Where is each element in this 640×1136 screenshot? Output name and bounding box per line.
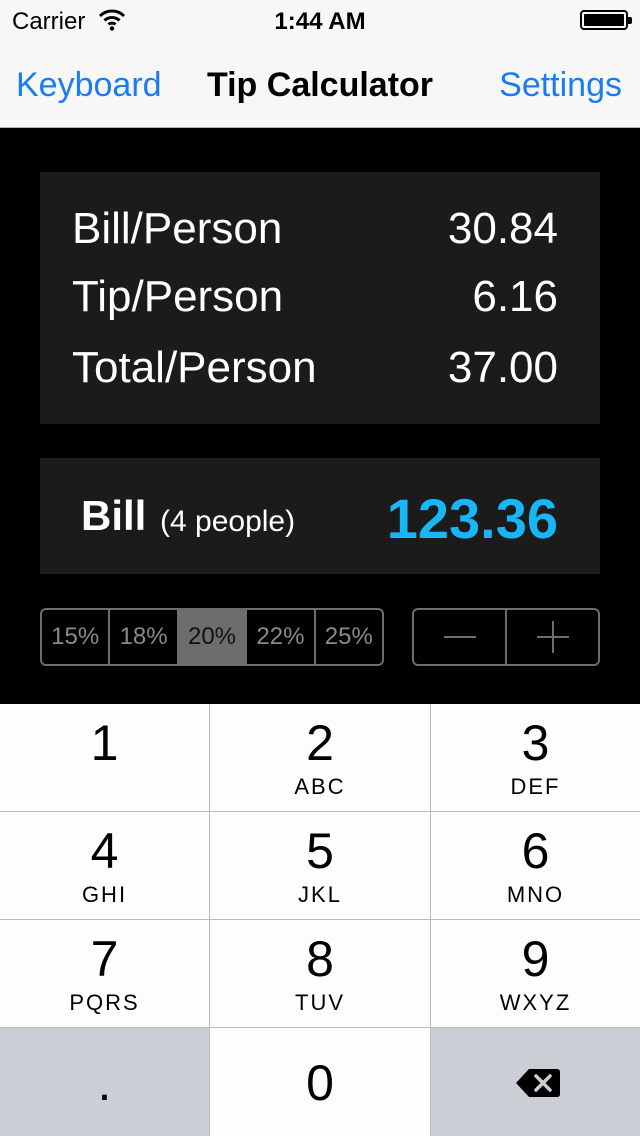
key-digit: 8 bbox=[306, 931, 334, 987]
total-per-person-label: Total/Person bbox=[72, 343, 317, 392]
key-letters: GHI bbox=[81, 882, 128, 907]
key-2[interactable]: 2 ABC bbox=[210, 704, 430, 811]
total-per-person-value: 37.00 bbox=[447, 343, 558, 392]
tip-per-person-value: 6.16 bbox=[472, 272, 558, 321]
key-digit: . bbox=[97, 1055, 112, 1111]
key-digit: 0 bbox=[306, 1055, 334, 1111]
key-digit: 6 bbox=[521, 823, 550, 879]
key-letters: TUV bbox=[295, 990, 345, 1015]
bill-per-person-row: Bill/Person 30.84 bbox=[72, 204, 558, 264]
tip-option-20[interactable]: 20% bbox=[178, 610, 248, 664]
bill-label: Bill bbox=[81, 492, 147, 539]
key-0[interactable]: 0 bbox=[210, 1028, 430, 1136]
backspace-icon bbox=[516, 1069, 560, 1097]
bill-per-person-label: Bill/Person bbox=[72, 204, 283, 253]
key-7[interactable]: 7 PQRS bbox=[0, 920, 209, 1027]
top-bar: Carrier 1:44 AM Tip Calculator Keyboard … bbox=[0, 0, 640, 128]
settings-button[interactable]: Settings bbox=[499, 66, 622, 105]
numeric-keypad: 1 2 ABC 3 DEF 4 GHI 5 JKL 6 MNO 7 PQRS 8… bbox=[0, 704, 640, 1136]
delete-key[interactable] bbox=[431, 1028, 640, 1136]
key-1[interactable]: 1 bbox=[0, 704, 209, 811]
tip-option-25[interactable]: 25% bbox=[316, 610, 382, 664]
tip-option-18[interactable]: 18% bbox=[110, 610, 179, 664]
bill-per-person-value: 30.84 bbox=[447, 204, 558, 253]
bill-field[interactable]: Bill (4 people) 123.36 bbox=[40, 458, 600, 574]
minus-icon bbox=[443, 636, 476, 638]
battery-icon bbox=[580, 10, 632, 30]
status-time: 1:44 AM bbox=[274, 8, 366, 35]
status-bar: Carrier 1:44 AM bbox=[0, 0, 640, 40]
key-3[interactable]: 3 DEF bbox=[431, 704, 640, 811]
key-letters: WXYZ bbox=[499, 990, 572, 1015]
tip-per-person-label: Tip/Person bbox=[72, 272, 284, 321]
key-digit: 2 bbox=[306, 715, 334, 771]
navigation-bar: Tip Calculator Keyboard Settings bbox=[0, 40, 640, 128]
key-digit: 1 bbox=[90, 715, 119, 771]
keyboard-button[interactable]: Keyboard bbox=[16, 66, 162, 105]
key-8[interactable]: 8 TUV bbox=[210, 920, 430, 1027]
bill-amount: 123.36 bbox=[386, 487, 558, 550]
decrease-people-button[interactable] bbox=[414, 610, 505, 664]
tip-percent-selector: 15% 18% 20% 22% 25% bbox=[40, 608, 384, 666]
key-decimal[interactable]: . bbox=[0, 1028, 209, 1136]
plus-icon bbox=[536, 621, 569, 653]
key-letters: MNO bbox=[506, 882, 565, 907]
people-count: (4 people) bbox=[160, 505, 296, 538]
key-letters: JKL bbox=[298, 882, 342, 907]
results-panel: Bill/Person 30.84 Tip/Person 6.16 Total/… bbox=[40, 172, 600, 424]
key-letters: ABC bbox=[294, 774, 346, 799]
key-digit: 5 bbox=[306, 823, 334, 879]
increase-people-button[interactable] bbox=[505, 610, 598, 664]
tip-per-person-row: Tip/Person 6.16 bbox=[72, 272, 558, 332]
key-9[interactable]: 9 WXYZ bbox=[431, 920, 640, 1027]
key-digit: 3 bbox=[521, 715, 550, 771]
key-letters: DEF bbox=[510, 774, 561, 799]
tip-option-15[interactable]: 15% bbox=[42, 610, 111, 664]
tip-option-22[interactable]: 22% bbox=[247, 610, 316, 664]
key-4[interactable]: 4 GHI bbox=[0, 812, 209, 919]
key-letters: PQRS bbox=[69, 990, 140, 1015]
key-digit: 9 bbox=[521, 931, 550, 987]
key-digit: 4 bbox=[90, 823, 119, 879]
key-6[interactable]: 6 MNO bbox=[431, 812, 640, 919]
key-5[interactable]: 5 JKL bbox=[210, 812, 430, 919]
people-stepper bbox=[412, 608, 600, 666]
total-per-person-row: Total/Person 37.00 bbox=[72, 343, 558, 403]
key-digit: 7 bbox=[90, 931, 119, 987]
